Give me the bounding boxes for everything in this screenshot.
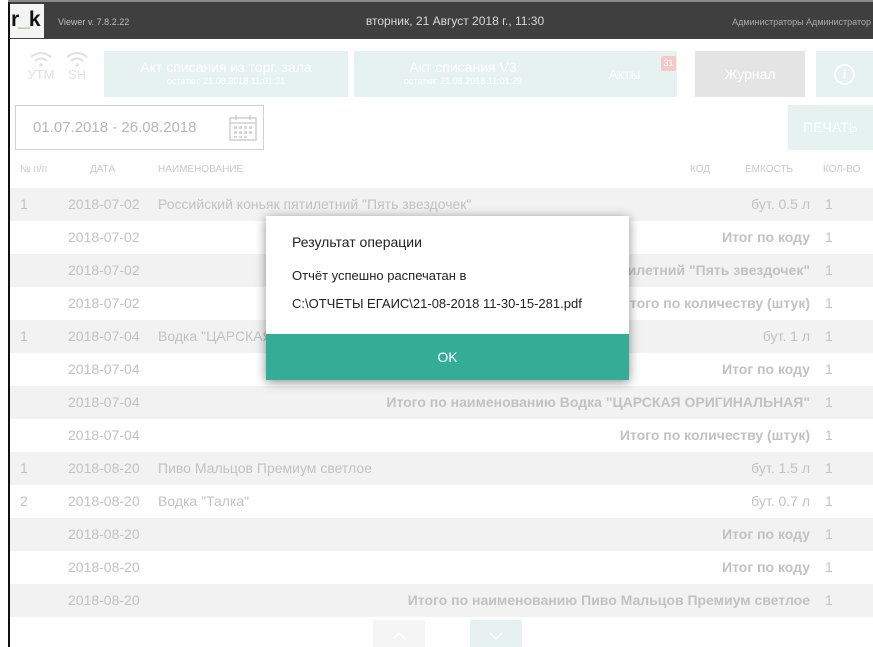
ok-button[interactable]: OK <box>266 334 629 380</box>
cell-num: 1 <box>20 196 28 212</box>
dialog-title: Результат операции <box>292 234 422 250</box>
table-row[interactable]: 1 2018-08-20 Пиво Мальцов Премиум светлое б… <box>10 452 873 485</box>
col-code: КОД <box>690 164 711 175</box>
wifi-icon <box>30 51 52 67</box>
journal-button[interactable]: Журнал <box>695 51 805 97</box>
cell-date: 2018-08-20 <box>68 559 140 575</box>
app-logo: r_k <box>10 4 44 38</box>
page-up-button[interactable] <box>373 620 425 647</box>
cell-qty: 1 <box>825 526 833 542</box>
table-row[interactable]: 2018-08-20 Итог по коду 1 <box>10 518 873 551</box>
cell-name: Пиво Мальцов Премиум светлое <box>158 460 372 476</box>
date-range-picker[interactable]: 01.07.2018 - 26.08.2018 <box>15 105 264 150</box>
col-qty: КОЛ-ВО <box>823 164 861 175</box>
cell-date: 2018-07-04 <box>68 427 140 443</box>
table-header: № п/п ДАТА НАИМЕНОВАНИЕ КОД ЕМКОСТЬ КОЛ-… <box>10 160 873 180</box>
cell-total: Итого по количеству (штук) <box>619 427 810 443</box>
table-row[interactable]: 2018-07-04 Итого по наименованию Водка "Ц… <box>10 386 873 419</box>
cell-date: 2018-07-02 <box>68 229 140 245</box>
cell-date: 2018-07-02 <box>68 295 140 311</box>
cell-qty: 1 <box>825 295 833 311</box>
cell-qty: 1 <box>825 460 833 476</box>
cell-qty: 1 <box>825 196 833 212</box>
act-hall-title: Акт списания из торг. зала <box>140 59 312 75</box>
table-row[interactable]: 2018-08-20 Итог по коду 1 <box>10 551 873 584</box>
cell-total: Итог по коду <box>722 229 810 245</box>
print-button[interactable]: ПЕЧАТЬ <box>788 105 873 150</box>
cell-date: 2018-08-20 <box>68 592 140 608</box>
act-hall-button[interactable]: Акт списания из торг. зала остатки: 21.0… <box>104 51 348 97</box>
cell-name: Российский коньяк пятилетний "Пять звезд… <box>158 196 472 212</box>
journal-title: Журнал <box>724 66 776 82</box>
utm-status: УТМ <box>24 51 58 82</box>
cell-total: Итог по коду <box>722 526 810 542</box>
cell-date: 2018-08-20 <box>68 460 140 476</box>
cell-total: Итого по наименованию Водка "ЦАРСКАЯ ОРИ… <box>386 394 810 410</box>
cell-date: 2018-08-20 <box>68 493 140 509</box>
cell-total: Итого по количеству (штук) <box>619 295 810 311</box>
cell-total: Итого по наименованию Пиво Мальцов Преми… <box>407 592 810 608</box>
sh-label: SH <box>67 67 87 82</box>
page-down-button[interactable] <box>470 620 522 647</box>
utm-label: УТМ <box>27 67 55 82</box>
wifi-icon <box>66 51 88 67</box>
cell-date: 2018-07-04 <box>68 394 140 410</box>
cell-volume: бут. 0.5 л <box>751 196 810 212</box>
dialog-message: Отчёт успешно распечатан в <box>292 268 467 283</box>
cell-qty: 1 <box>825 262 833 278</box>
col-num: № п/п <box>20 164 48 175</box>
cell-name: Водка "Талка" <box>158 493 250 509</box>
cell-date: 2018-07-04 <box>68 361 140 377</box>
current-user: Администраторы Администратор <box>732 17 871 27</box>
cell-qty: 1 <box>825 493 833 509</box>
col-volume: ЕМКОСТЬ <box>745 164 794 175</box>
act-v3-subtitle: остатки: 21.08.2018 11:01:29 <box>403 76 523 86</box>
cell-qty: 1 <box>825 229 833 245</box>
table-row[interactable]: 2 2018-08-20 Водка "Талка" бут. 0.7 л 1 <box>10 485 873 518</box>
cell-num: 2 <box>20 493 28 509</box>
cell-date: 2018-07-02 <box>68 196 140 212</box>
col-date: ДАТА <box>90 164 116 175</box>
cell-qty: 1 <box>825 559 833 575</box>
cell-num: 1 <box>20 460 28 476</box>
act-hall-subtitle: остатки: 21.08.2018 11:01:31 <box>166 76 286 86</box>
act-v3-title: Акт списания V3 <box>409 59 517 75</box>
dialog-file-path: C:\ОТЧЕТЫ ЕГАИС\21-08-2018 11-30-15-281.… <box>292 296 582 311</box>
current-datetime: вторник, 21 Август 2018 г., 11:30 <box>365 14 545 28</box>
calendar-icon <box>229 115 257 141</box>
cell-qty: 1 <box>825 361 833 377</box>
cell-qty: 1 <box>825 592 833 608</box>
table-row[interactable]: 2018-07-04 Итого по количеству (штук) 1 <box>10 419 873 452</box>
date-range-value: 01.07.2018 - 26.08.2018 <box>33 119 197 136</box>
cell-total: Итог по коду <box>722 361 810 377</box>
acts-badge: 31 <box>661 56 676 71</box>
act-v3-button[interactable]: Акт списания V3 остатки: 21.08.2018 11:0… <box>354 51 572 97</box>
sh-status: SH <box>60 51 94 82</box>
cell-date: 2018-07-04 <box>68 328 140 344</box>
cell-date: 2018-07-02 <box>68 262 140 278</box>
chevron-up-icon <box>392 632 406 640</box>
cell-qty: 1 <box>825 394 833 410</box>
cell-volume: бут. 0.7 л <box>751 493 810 509</box>
cell-date: 2018-08-20 <box>68 526 140 542</box>
cell-num: 1 <box>20 328 28 344</box>
cell-volume: бут. 1 л <box>762 328 810 344</box>
info-icon: i <box>834 64 855 85</box>
title-bar: Viewer v. 7.8.2.22 вторник, 21 Август 20… <box>10 2 873 39</box>
toolbar: УТМ SH Акт списания из торг. зала остатк… <box>10 43 873 103</box>
chevron-down-icon <box>489 632 503 640</box>
cell-qty: 1 <box>825 427 833 443</box>
app-version: Viewer v. 7.8.2.22 <box>58 17 130 27</box>
cell-total: Итог по коду <box>722 559 810 575</box>
info-button[interactable]: i <box>816 51 873 97</box>
cell-volume: бут. 1.5 л <box>751 460 810 476</box>
table-row[interactable]: 2018-08-20 Итого по наименованию Пиво Мал… <box>10 584 873 617</box>
cell-qty: 1 <box>825 328 833 344</box>
result-dialog: Результат операции Отчёт успешно распеча… <box>266 216 629 380</box>
logo-text: r_k <box>11 8 41 31</box>
acts-button[interactable]: Акты 31 <box>572 51 677 97</box>
col-name: НАИМЕНОВАНИЕ <box>158 164 244 175</box>
